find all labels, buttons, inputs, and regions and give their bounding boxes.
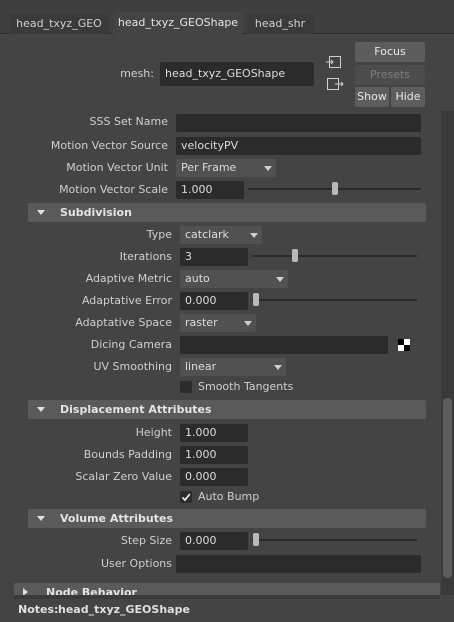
motion-vector-source-field[interactable]: velocityPV (176, 137, 421, 155)
dicing-camera-field[interactable] (180, 336, 388, 354)
volume-section-title: Volume Attributes (60, 512, 174, 525)
user-options-label: User Options (100, 557, 172, 570)
adaptative-space-dropdown[interactable]: raster (180, 314, 256, 332)
motion-vector-scale-label: Motion Vector Scale (59, 183, 168, 196)
subdivision-type-dropdown[interactable]: catclark (180, 226, 262, 244)
user-options-field[interactable] (176, 555, 421, 573)
motion-vector-scale-field[interactable]: 1.000 (176, 181, 244, 199)
motion-vector-unit-value: Per Frame (181, 161, 237, 174)
attribute-panel: SSS Set Name Motion Vector Source veloci… (14, 111, 440, 595)
chevron-down-icon (246, 226, 262, 244)
sss-set-name-label: SSS Set Name (89, 115, 168, 128)
mesh-name-field[interactable]: head_txyz_GEOShape (160, 62, 314, 86)
notes-value: head_txyz_GEOShape (58, 603, 190, 616)
focus-button[interactable]: Focus (355, 42, 425, 62)
chevron-down-icon (240, 314, 256, 332)
chevron-down-icon (260, 159, 276, 177)
iterations-field[interactable]: 3 (180, 248, 248, 266)
notes-label: Notes: (18, 603, 59, 616)
select-output-icon[interactable] (325, 76, 345, 92)
motion-vector-unit-dropdown[interactable]: Per Frame (176, 159, 276, 177)
scrollbar-thumb[interactable] (443, 398, 452, 578)
node-behavior-section-title: Node Behavior (46, 586, 137, 595)
hide-button[interactable]: Hide (391, 87, 425, 107)
adaptative-error-field[interactable]: 0.000 (180, 292, 248, 310)
checkmark-icon (181, 493, 191, 502)
checker-icon[interactable] (398, 339, 410, 351)
tab-head-txyz-geo[interactable]: head_txyz_GEO (9, 14, 109, 34)
motion-vector-unit-label: Motion Vector Unit (66, 161, 168, 174)
smooth-tangents-label: Smooth Tangents (198, 380, 294, 393)
uv-smoothing-label: UV Smoothing (93, 360, 172, 373)
step-size-slider[interactable] (252, 539, 417, 541)
adaptive-metric-label: Adaptive Metric (85, 272, 172, 285)
subdivision-type-value: catclark (185, 228, 229, 241)
uv-smoothing-dropdown[interactable]: linear (180, 358, 286, 376)
subdivision-section-header[interactable]: Subdivision (28, 203, 426, 222)
displacement-section-header[interactable]: Displacement Attributes (28, 400, 426, 419)
iterations-label: Iterations (119, 250, 172, 263)
adaptative-error-slider-handle[interactable] (253, 293, 259, 306)
collapse-triangle-icon (37, 407, 45, 412)
show-button[interactable]: Show (355, 87, 389, 107)
volume-section-header[interactable]: Volume Attributes (28, 509, 426, 528)
collapse-triangle-icon (37, 516, 45, 521)
dicing-camera-label: Dicing Camera (90, 338, 172, 351)
displacement-section-title: Displacement Attributes (60, 403, 212, 416)
adaptative-space-label: Adaptative Space (75, 316, 172, 329)
adaptative-error-slider[interactable] (252, 299, 417, 301)
scalar-zero-value-field[interactable]: 0.000 (180, 468, 248, 486)
adaptive-metric-value: auto (185, 272, 210, 285)
height-field[interactable]: 1.000 (180, 424, 248, 442)
bounds-padding-label: Bounds Padding (83, 448, 172, 461)
presets-button[interactable]: Presets (355, 65, 425, 85)
tab-head-shr[interactable]: head_shr (247, 14, 313, 34)
motion-vector-scale-slider-handle[interactable] (331, 182, 338, 195)
collapse-triangle-icon (37, 210, 45, 215)
auto-bump-label: Auto Bump (198, 490, 260, 503)
step-size-label: Step Size (120, 534, 172, 547)
subdivision-section-title: Subdivision (60, 206, 132, 219)
select-input-icon[interactable] (325, 54, 345, 70)
chevron-down-icon (272, 270, 288, 288)
mesh-label: mesh: (120, 67, 154, 80)
step-size-slider-handle[interactable] (253, 533, 259, 546)
subdivision-type-label: Type (146, 228, 172, 241)
tab-head-txyz-geoshape[interactable]: head_txyz_GEOShape (113, 12, 243, 34)
adaptive-metric-dropdown[interactable]: auto (180, 270, 288, 288)
height-label: Height (135, 426, 172, 439)
node-behavior-section-header[interactable]: Node Behavior (14, 583, 440, 595)
step-size-field[interactable]: 0.000 (180, 532, 248, 550)
adaptative-space-value: raster (185, 316, 218, 329)
scalar-zero-value-label: Scalar Zero Value (75, 470, 172, 483)
expand-triangle-icon (23, 588, 28, 595)
iterations-slider-handle[interactable] (292, 249, 299, 262)
motion-vector-source-label: Motion Vector Source (50, 139, 168, 152)
sss-set-name-field[interactable] (176, 114, 421, 132)
horizontal-scrollbar[interactable] (14, 595, 440, 599)
smooth-tangents-checkbox[interactable] (180, 381, 192, 393)
chevron-down-icon (270, 358, 286, 376)
auto-bump-checkbox[interactable] (180, 491, 192, 503)
adaptative-error-label: Adaptative Error (81, 294, 172, 307)
uv-smoothing-value: linear (185, 360, 217, 373)
iterations-slider[interactable] (252, 255, 417, 257)
bounds-padding-field[interactable]: 1.000 (180, 446, 248, 464)
